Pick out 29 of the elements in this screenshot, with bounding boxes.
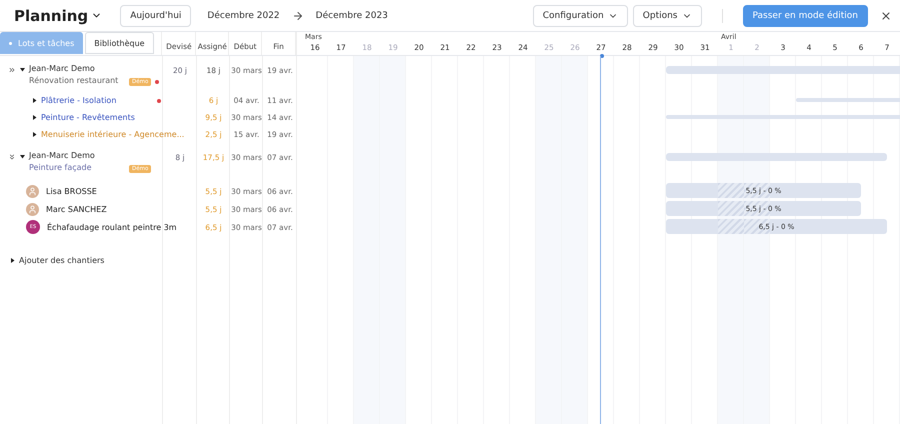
task-link[interactable]: Peinture - Revêtements	[41, 113, 135, 122]
dropdown-button[interactable]: Configuration	[532, 4, 628, 26]
add-sites-link[interactable]: Ajouter des chantiers	[10, 256, 104, 264]
resource-name: Marc SANCHEZ	[46, 204, 107, 214]
caret-icon[interactable]	[20, 67, 25, 72]
caret-icon[interactable]	[10, 258, 15, 262]
caret-icon[interactable]	[32, 98, 37, 103]
caret-icon[interactable]	[32, 115, 37, 120]
today-button[interactable]: Aujourd'hui	[120, 4, 192, 26]
date-from: Décembre 2022	[207, 10, 280, 20]
avatar-icon	[26, 202, 39, 216]
caret-icon[interactable]	[32, 132, 37, 137]
resource-name: Lisa BROSSE	[46, 186, 97, 196]
close-icon[interactable]	[880, 10, 892, 22]
expand-all-icon[interactable]	[8, 66, 16, 74]
dropdown-button[interactable]: Options	[632, 4, 702, 26]
project-name: Peinture façade	[29, 163, 93, 172]
tab[interactable]: Bibliothèque	[85, 32, 154, 54]
client-name: Jean-Marc Demo	[29, 64, 96, 73]
client-name: Jean-Marc Demo	[29, 151, 96, 160]
caret-icon[interactable]	[20, 154, 25, 159]
collapse-all-icon[interactable]	[8, 153, 16, 161]
planning-menu[interactable]: Planning	[14, 6, 102, 24]
resource-name: Échafaudage roulant peintre 3m	[47, 222, 177, 232]
task-link[interactable]: Plâtrerie - Isolation	[41, 96, 153, 105]
avatar-icon	[26, 184, 39, 198]
date-to: Décembre 2023	[316, 10, 388, 20]
arrow-icon	[292, 10, 304, 22]
project-name: Rénovation restaurant	[29, 76, 120, 85]
